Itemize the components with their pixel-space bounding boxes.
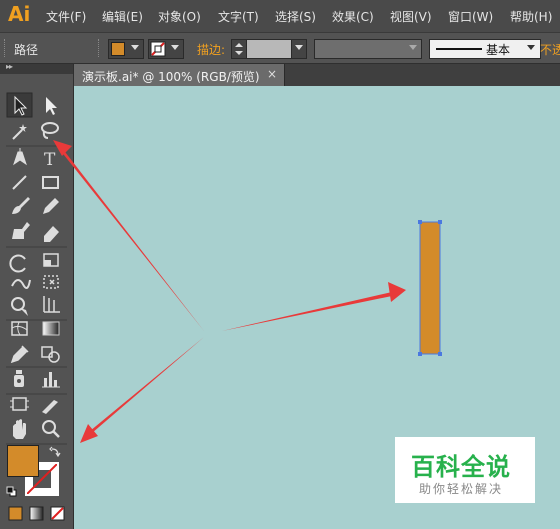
arrow-to-rectangle — [222, 282, 406, 331]
arrow-to-tools-panel — [53, 140, 204, 331]
arrow-to-fill-swatch — [80, 337, 204, 443]
annotation-arrows — [53, 140, 406, 443]
